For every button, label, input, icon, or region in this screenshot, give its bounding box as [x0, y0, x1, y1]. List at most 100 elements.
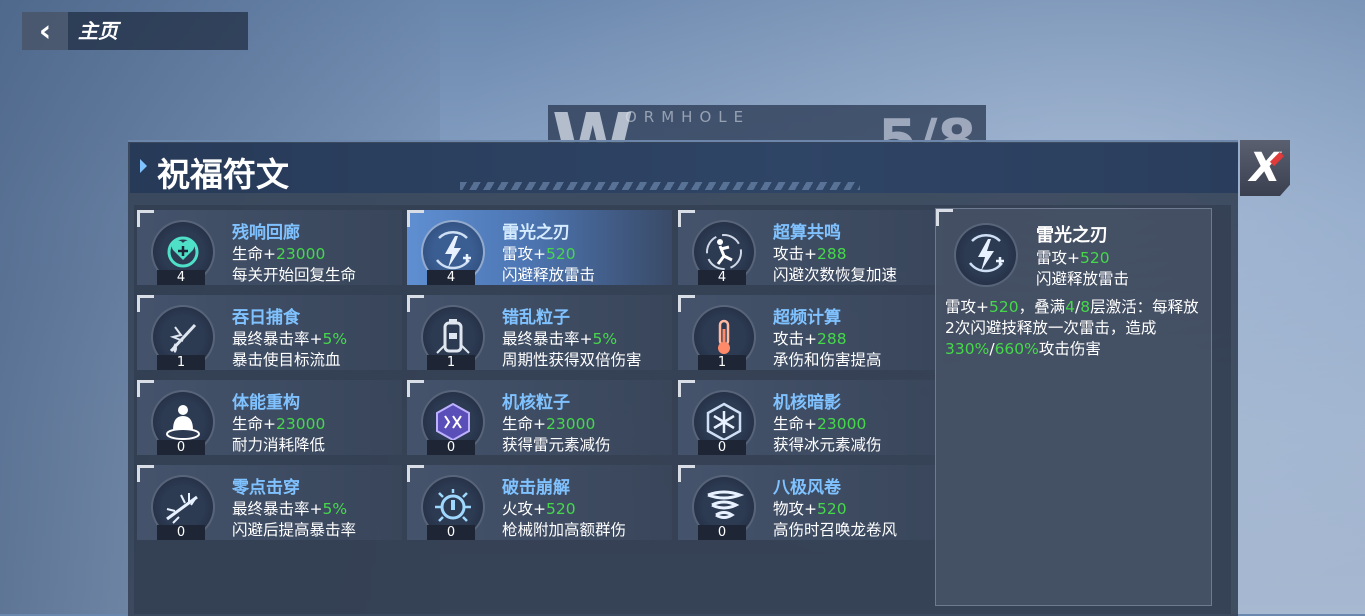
rune-stat-label: 生命+ — [232, 415, 276, 433]
desc-seg: 攻击伤害 — [1038, 340, 1101, 358]
rune-card[interactable]: 1 吞日捕食最终暴击率+5% 暴击使目标流血 — [137, 295, 402, 370]
panel-title: 祝福符文 — [157, 155, 289, 194]
rune-card[interactable]: 1 超频计算 攻击+288 承伤和伤害提高 — [678, 295, 943, 370]
rune-stat: 最终暴击率+5% — [232, 497, 347, 519]
rune-count: 0 — [157, 525, 205, 540]
rune-card[interactable]: 0 体能重构 生命+23000 耐力消耗降低 — [137, 380, 402, 455]
card-corner — [678, 465, 695, 482]
card-corner — [137, 210, 154, 227]
rune-stat: 生命+23000 — [502, 412, 595, 434]
detail-description: 雷攻+520，叠满4/8层激活：每释放2次闪避技释放一次雷击，造成330%/66… — [945, 297, 1207, 360]
card-corner — [407, 210, 424, 227]
detail-stat: 雷攻+520 — [1036, 246, 1110, 268]
banner-label: ORMHOLE — [625, 108, 751, 126]
rune-count: 4 — [157, 270, 205, 285]
card-corner — [137, 380, 154, 397]
rune-stat: 生命+23000 — [232, 412, 325, 434]
rune-stat: 物攻+520 — [773, 497, 847, 519]
rune-name: 吞日捕食 — [232, 308, 300, 328]
rune-card[interactable]: 0 破击崩解 火攻+520 枪械附加高额群伤 — [407, 465, 672, 540]
rune-card[interactable]: 0 机核粒子 生命+23000 获得雷元素减伤 — [407, 380, 672, 455]
detail-name: 雷光之刃 — [1036, 225, 1108, 246]
rune-effect: 承伤和伤害提高 — [773, 351, 882, 369]
rune-stat-value: 23000 — [817, 415, 867, 433]
rune-name: 错乱粒子 — [502, 308, 570, 328]
rune-count: 0 — [427, 525, 475, 540]
rune-effect: 周期性获得双倍伤害 — [502, 351, 642, 369]
rune-count: 1 — [698, 355, 746, 370]
rune-name: 体能重构 — [232, 393, 300, 413]
rune-card[interactable]: 4 超算共鸣 攻击+288 闪避次数恢复加速 — [678, 210, 943, 285]
rune-stat-label: 生命+ — [502, 415, 546, 433]
rune-stat-value: 288 — [817, 245, 847, 263]
rune-count: 0 — [698, 525, 746, 540]
rune-stat-value: 520 — [546, 245, 576, 263]
rune-stat: 生命+23000 — [773, 412, 866, 434]
card-corner — [678, 295, 695, 312]
detail-stat-label: 雷攻+ — [1036, 249, 1080, 267]
detail-stat-value: 520 — [1080, 249, 1110, 267]
title-stripe — [460, 182, 860, 190]
rune-card[interactable]: 0 零点击穿 最终暴击率+5% 闪避后提高暴击率 — [137, 465, 402, 540]
rune-stat: 最终暴击率+5% — [502, 327, 617, 349]
card-corner — [678, 380, 695, 397]
desc-value: 4 — [1065, 298, 1075, 316]
rune-count: 4 — [698, 270, 746, 285]
rune-stat-value: 23000 — [276, 415, 326, 433]
rune-count: 0 — [157, 440, 205, 455]
rune-stat-value: 5% — [322, 330, 348, 348]
rune-card[interactable]: 0 八极风卷 物攻+520 高伤时召唤龙卷风 — [678, 465, 943, 540]
rune-name: 雷光之刃 — [502, 223, 570, 243]
rune-stat-value: 5% — [322, 500, 348, 518]
rune-stat-value: 5% — [592, 330, 618, 348]
rune-card[interactable]: 4 雷光之刃 雷攻+520 闪避释放雷击 — [407, 210, 672, 285]
card-corner — [407, 465, 424, 482]
rune-count: 1 — [157, 355, 205, 370]
card-corner — [407, 295, 424, 312]
rune-effect: 闪避释放雷击 — [502, 266, 596, 284]
desc-value: 660% — [994, 340, 1039, 358]
rune-stat-label: 物攻+ — [773, 500, 817, 518]
detail-corner — [936, 209, 953, 226]
rune-name: 八极风卷 — [773, 478, 841, 498]
rune-stat-value: 520 — [817, 500, 847, 518]
rune-detail-pane: 雷光之刃 雷攻+520 闪避释放雷击 雷攻+520，叠满4/8层激活：每释放2次… — [935, 208, 1212, 606]
card-corner — [137, 295, 154, 312]
topbar-title: 主页 — [78, 19, 118, 43]
rune-stat-value: 520 — [546, 500, 576, 518]
rune-stat-value: 23000 — [276, 245, 326, 263]
desc-value: 8 — [1080, 298, 1091, 316]
lightning-shield-icon — [954, 223, 1018, 287]
chevron-left-icon: ‹ — [38, 13, 52, 49]
rune-stat: 生命+23000 — [232, 242, 325, 264]
close-button[interactable]: X — [1240, 140, 1290, 196]
rune-card[interactable]: 1 错乱粒子 最终暴击率+5% 周期性获得双倍伤害 — [407, 295, 672, 370]
desc-seg: 雷攻+ — [945, 298, 989, 316]
rune-effect: 暴击使目标流血 — [232, 351, 341, 369]
rune-effect: 获得冰元素减伤 — [773, 436, 882, 454]
card-corner — [407, 380, 424, 397]
rune-stat-label: 攻击+ — [773, 245, 817, 263]
rune-effect: 每关开始回复生命 — [232, 266, 357, 284]
rune-stat-label: 生命+ — [773, 415, 817, 433]
rune-effect: 闪避后提高暴击率 — [232, 521, 357, 539]
rune-name: 零点击穿 — [232, 478, 300, 498]
rune-count: 0 — [427, 440, 475, 455]
rune-card[interactable]: 4 残响回廊 生命+23000 每关开始回复生命 — [137, 210, 402, 285]
rune-name: 残响回廊 — [232, 223, 300, 243]
rune-stat-value: 23000 — [546, 415, 596, 433]
rune-stat-label: 最终暴击率+ — [502, 330, 593, 348]
back-button[interactable]: ‹ — [22, 12, 68, 50]
rune-stat: 攻击+288 — [773, 242, 847, 264]
rune-count: 0 — [698, 440, 746, 455]
rune-effect: 枪械附加高额群伤 — [502, 521, 627, 539]
rune-stat: 火攻+520 — [502, 497, 576, 519]
rune-stat-label: 火攻+ — [502, 500, 546, 518]
rune-stat-label: 攻击+ — [773, 330, 817, 348]
rune-stat-label: 最终暴击率+ — [232, 330, 323, 348]
rune-effect: 耐力消耗降低 — [232, 436, 326, 454]
detail-effect: 闪避释放雷击 — [1036, 270, 1130, 288]
rune-effect: 闪避次数恢复加速 — [773, 266, 898, 284]
rune-card[interactable]: 0 机核暗影 生命+23000 获得冰元素减伤 — [678, 380, 943, 455]
rune-name: 机核粒子 — [502, 393, 570, 413]
